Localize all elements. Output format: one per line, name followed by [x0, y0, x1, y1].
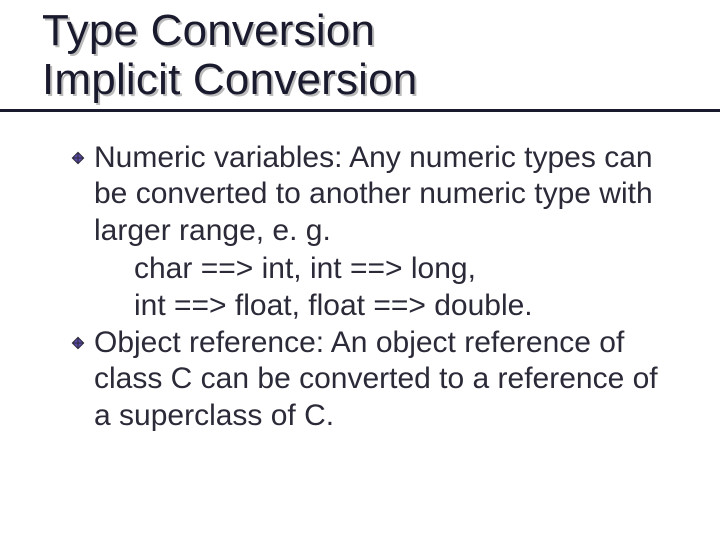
diamond-bullet-icon	[70, 150, 86, 166]
title-line-2: Implicit Conversion	[42, 55, 720, 104]
bullet-item: Numeric variables: Any numeric types can…	[70, 140, 668, 250]
bullet-subline: char ==> int, int ==> long,	[134, 251, 668, 288]
body: Numeric variables: Any numeric types can…	[0, 140, 720, 435]
bullet-text: Object reference: An object reference of…	[94, 325, 668, 435]
title-block: Type Conversion Implicit Conversion	[0, 0, 720, 112]
bullet-item: Object reference: An object reference of…	[70, 325, 668, 435]
slide: Type Conversion Implicit Conversion Nume…	[0, 0, 720, 540]
diamond-bullet-icon	[70, 335, 86, 351]
bullet-subline: int ==> float, float ==> double.	[134, 288, 668, 325]
title-line-1: Type Conversion	[42, 6, 720, 55]
bullet-text: Numeric variables: Any numeric types can…	[94, 140, 668, 250]
